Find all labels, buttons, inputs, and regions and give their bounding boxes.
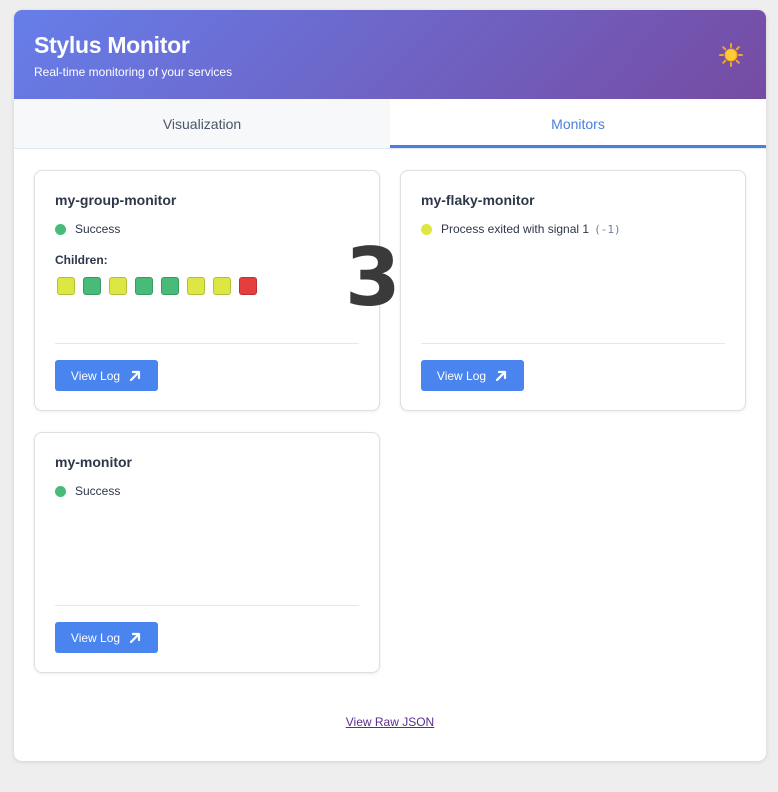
monitor-card: my-flaky-monitor Process exited with sig… — [400, 170, 746, 411]
view-log-button[interactable]: View Log — [55, 622, 158, 653]
divider — [55, 605, 359, 606]
view-log-label: View Log — [70, 630, 121, 645]
monitor-card: my-group-monitor Success Children: View … — [34, 170, 380, 411]
child-status-box[interactable] — [57, 277, 75, 295]
children-list — [57, 277, 257, 295]
monitor-name: my-monitor — [55, 454, 132, 470]
view-log-button[interactable]: View Log — [421, 360, 524, 391]
app-container: Stylus Monitor Real-time monitoring of y… — [14, 10, 766, 761]
view-log-label: View Log — [70, 368, 121, 383]
status-code: (-1) — [594, 222, 621, 236]
child-status-box[interactable] — [109, 277, 127, 295]
child-status-box[interactable] — [135, 277, 153, 295]
external-link-icon — [495, 370, 507, 381]
child-status-box[interactable] — [213, 277, 231, 295]
app-title: Stylus Monitor — [34, 32, 190, 58]
tab-bar: Visualization Monitors — [14, 99, 766, 149]
children-label: Children: — [55, 253, 108, 267]
divider — [55, 343, 359, 344]
monitor-name: my-group-monitor — [55, 192, 177, 208]
view-log-button[interactable]: View Log — [55, 360, 158, 391]
view-log-label: View Log — [436, 368, 487, 383]
monitor-card: my-monitor Success View Log — [34, 432, 380, 673]
child-status-box[interactable] — [83, 277, 101, 295]
status-dot — [55, 485, 66, 497]
overlay-number: 3 — [345, 231, 401, 324]
monitor-name: my-flaky-monitor — [421, 192, 535, 208]
status-text: Success — [75, 222, 121, 236]
tab-monitors[interactable]: Monitors — [390, 99, 766, 148]
app-subtitle: Real-time monitoring of your services — [34, 65, 233, 79]
child-status-box[interactable] — [161, 277, 179, 295]
status-text: Success — [75, 484, 121, 498]
status-text: Process exited with signal 1 — [441, 222, 590, 236]
external-link-icon — [129, 370, 141, 381]
monitor-status: Process exited with signal 1 (-1) — [421, 222, 621, 236]
status-dot — [421, 223, 432, 235]
footer: View Raw JSON — [14, 715, 766, 729]
external-link-icon — [129, 632, 141, 643]
monitor-status: Success — [55, 222, 120, 236]
sun-icon[interactable] — [718, 42, 744, 68]
divider — [421, 343, 725, 344]
app-header: Stylus Monitor Real-time monitoring of y… — [14, 10, 766, 99]
status-dot — [55, 223, 66, 235]
monitor-status: Success — [55, 484, 120, 498]
tab-visualization[interactable]: Visualization — [14, 99, 390, 148]
child-status-box[interactable] — [187, 277, 205, 295]
child-status-box[interactable] — [239, 277, 257, 295]
view-raw-json-link[interactable]: View Raw JSON — [346, 715, 434, 729]
